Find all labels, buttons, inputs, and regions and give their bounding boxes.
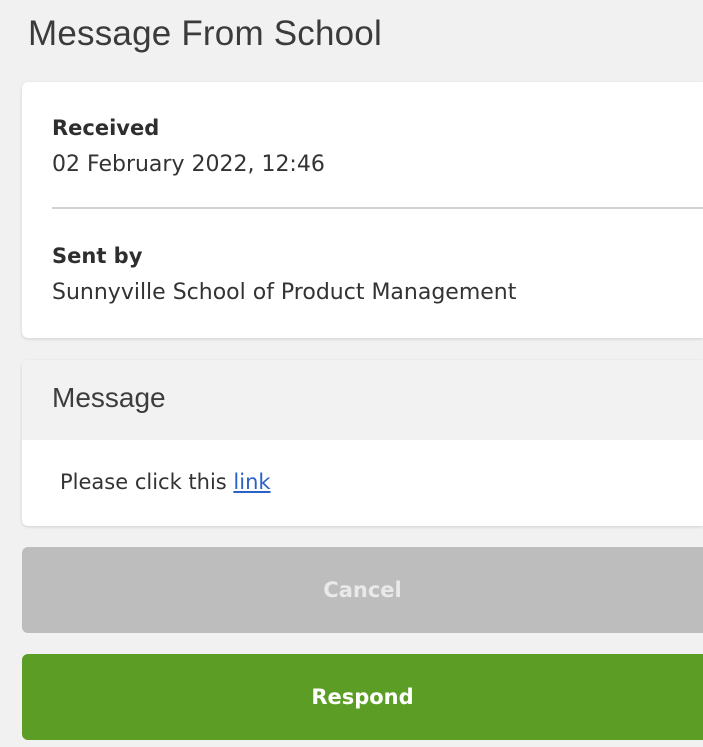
received-label: Received <box>52 116 160 140</box>
divider <box>52 207 703 209</box>
cancel-button-label: Cancel <box>323 578 402 602</box>
message-details-card: Received 02 February 2022, 12:46 Sent by… <box>22 82 703 338</box>
sent-by-label: Sent by <box>52 244 143 268</box>
message-link[interactable]: link <box>233 470 270 494</box>
message-header: Message <box>22 360 703 440</box>
message-screen: Message From School Received 02 February… <box>0 0 703 747</box>
page-title: Message From School <box>28 14 382 53</box>
message-card: Message Please click this link <box>22 360 703 526</box>
message-body-text: Please click this <box>60 470 234 494</box>
sent-by-value: Sunnyville School of Product Management <box>52 280 517 305</box>
message-body: Please click this link <box>60 470 271 494</box>
respond-button[interactable]: Respond <box>22 654 703 740</box>
received-value: 02 February 2022, 12:46 <box>52 152 325 177</box>
message-heading: Message <box>52 382 166 413</box>
cancel-button[interactable]: Cancel <box>22 547 703 633</box>
respond-button-label: Respond <box>311 685 414 709</box>
